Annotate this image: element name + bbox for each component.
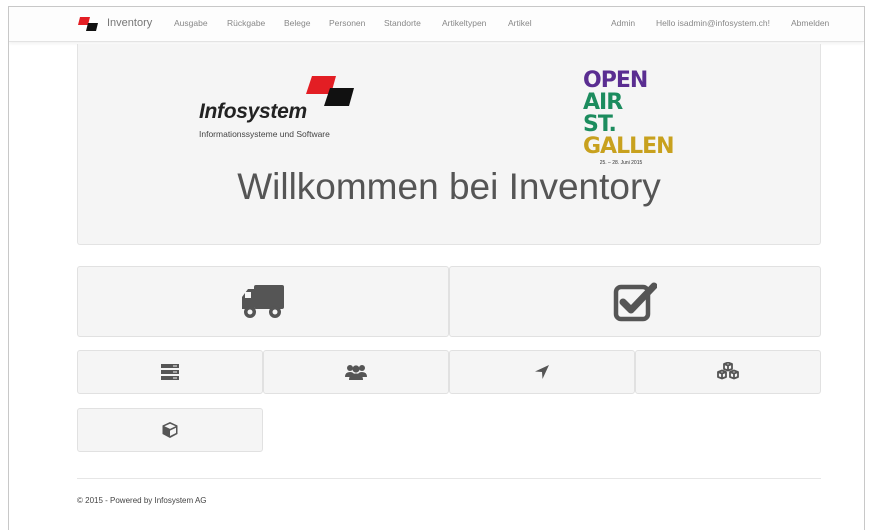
cube-icon — [162, 422, 178, 438]
nav-belege[interactable]: Belege — [284, 18, 310, 28]
personen-tile[interactable] — [263, 350, 449, 394]
infosystem-logo-tagline: Informationssysteme und Software — [199, 129, 330, 139]
users-icon — [345, 365, 367, 380]
location-arrow-icon — [535, 365, 549, 379]
rueckgabe-tile[interactable] — [449, 266, 821, 337]
brand-link[interactable]: Inventory — [107, 17, 152, 29]
welcome-heading: Willkommen bei Inventory — [237, 166, 661, 207]
nav-ausgabe[interactable]: Ausgabe — [174, 18, 208, 28]
infosystem-brand-logo[interactable] — [78, 17, 98, 31]
truck-icon — [242, 284, 284, 318]
footer-divider — [77, 478, 821, 479]
ausgabe-tile[interactable] — [77, 266, 449, 337]
openair-line-2: AIR ST. — [583, 90, 623, 137]
cubes-icon — [717, 362, 739, 380]
nav-artikeltypen[interactable]: Artikeltypen — [442, 18, 486, 28]
nav-admin[interactable]: Admin — [611, 18, 635, 28]
infosystem-flag-logo — [306, 76, 354, 106]
nav-personen[interactable]: Personen — [329, 18, 365, 28]
nav-abmelden[interactable]: Abmelden — [791, 18, 829, 28]
artikeltypen-tile[interactable] — [635, 350, 821, 394]
browser-viewport: Inventory Ausgabe Rückgabe Belege Person… — [8, 6, 865, 530]
top-navbar: Inventory Ausgabe Rückgabe Belege Person… — [9, 7, 864, 42]
nav-hello-user[interactable]: Hello isadmin@infosystem.ch! — [656, 18, 770, 28]
standorte-tile[interactable] — [449, 350, 635, 394]
checkbox-check-icon — [613, 282, 657, 321]
belege-tile[interactable] — [77, 350, 263, 394]
openair-logo: OPEN AIR ST. GALLEN 25. – 28. Juni 2015 — [583, 68, 675, 167]
server-list-icon — [161, 364, 179, 380]
welcome-jumbotron: Infosystem Informationssysteme und Softw… — [77, 44, 821, 245]
openair-line-1: OPEN — [583, 68, 648, 93]
nav-standorte[interactable]: Standorte — [384, 18, 421, 28]
openair-line-3: GALLEN — [583, 134, 675, 159]
infosystem-logo-name: Infosystem — [199, 100, 307, 123]
nav-rueckgabe[interactable]: Rückgabe — [227, 18, 265, 28]
nav-artikel[interactable]: Artikel — [508, 18, 532, 28]
footer-text: © 2015 - Powered by Infosystem AG — [77, 496, 207, 505]
artikel-tile[interactable] — [77, 408, 263, 452]
